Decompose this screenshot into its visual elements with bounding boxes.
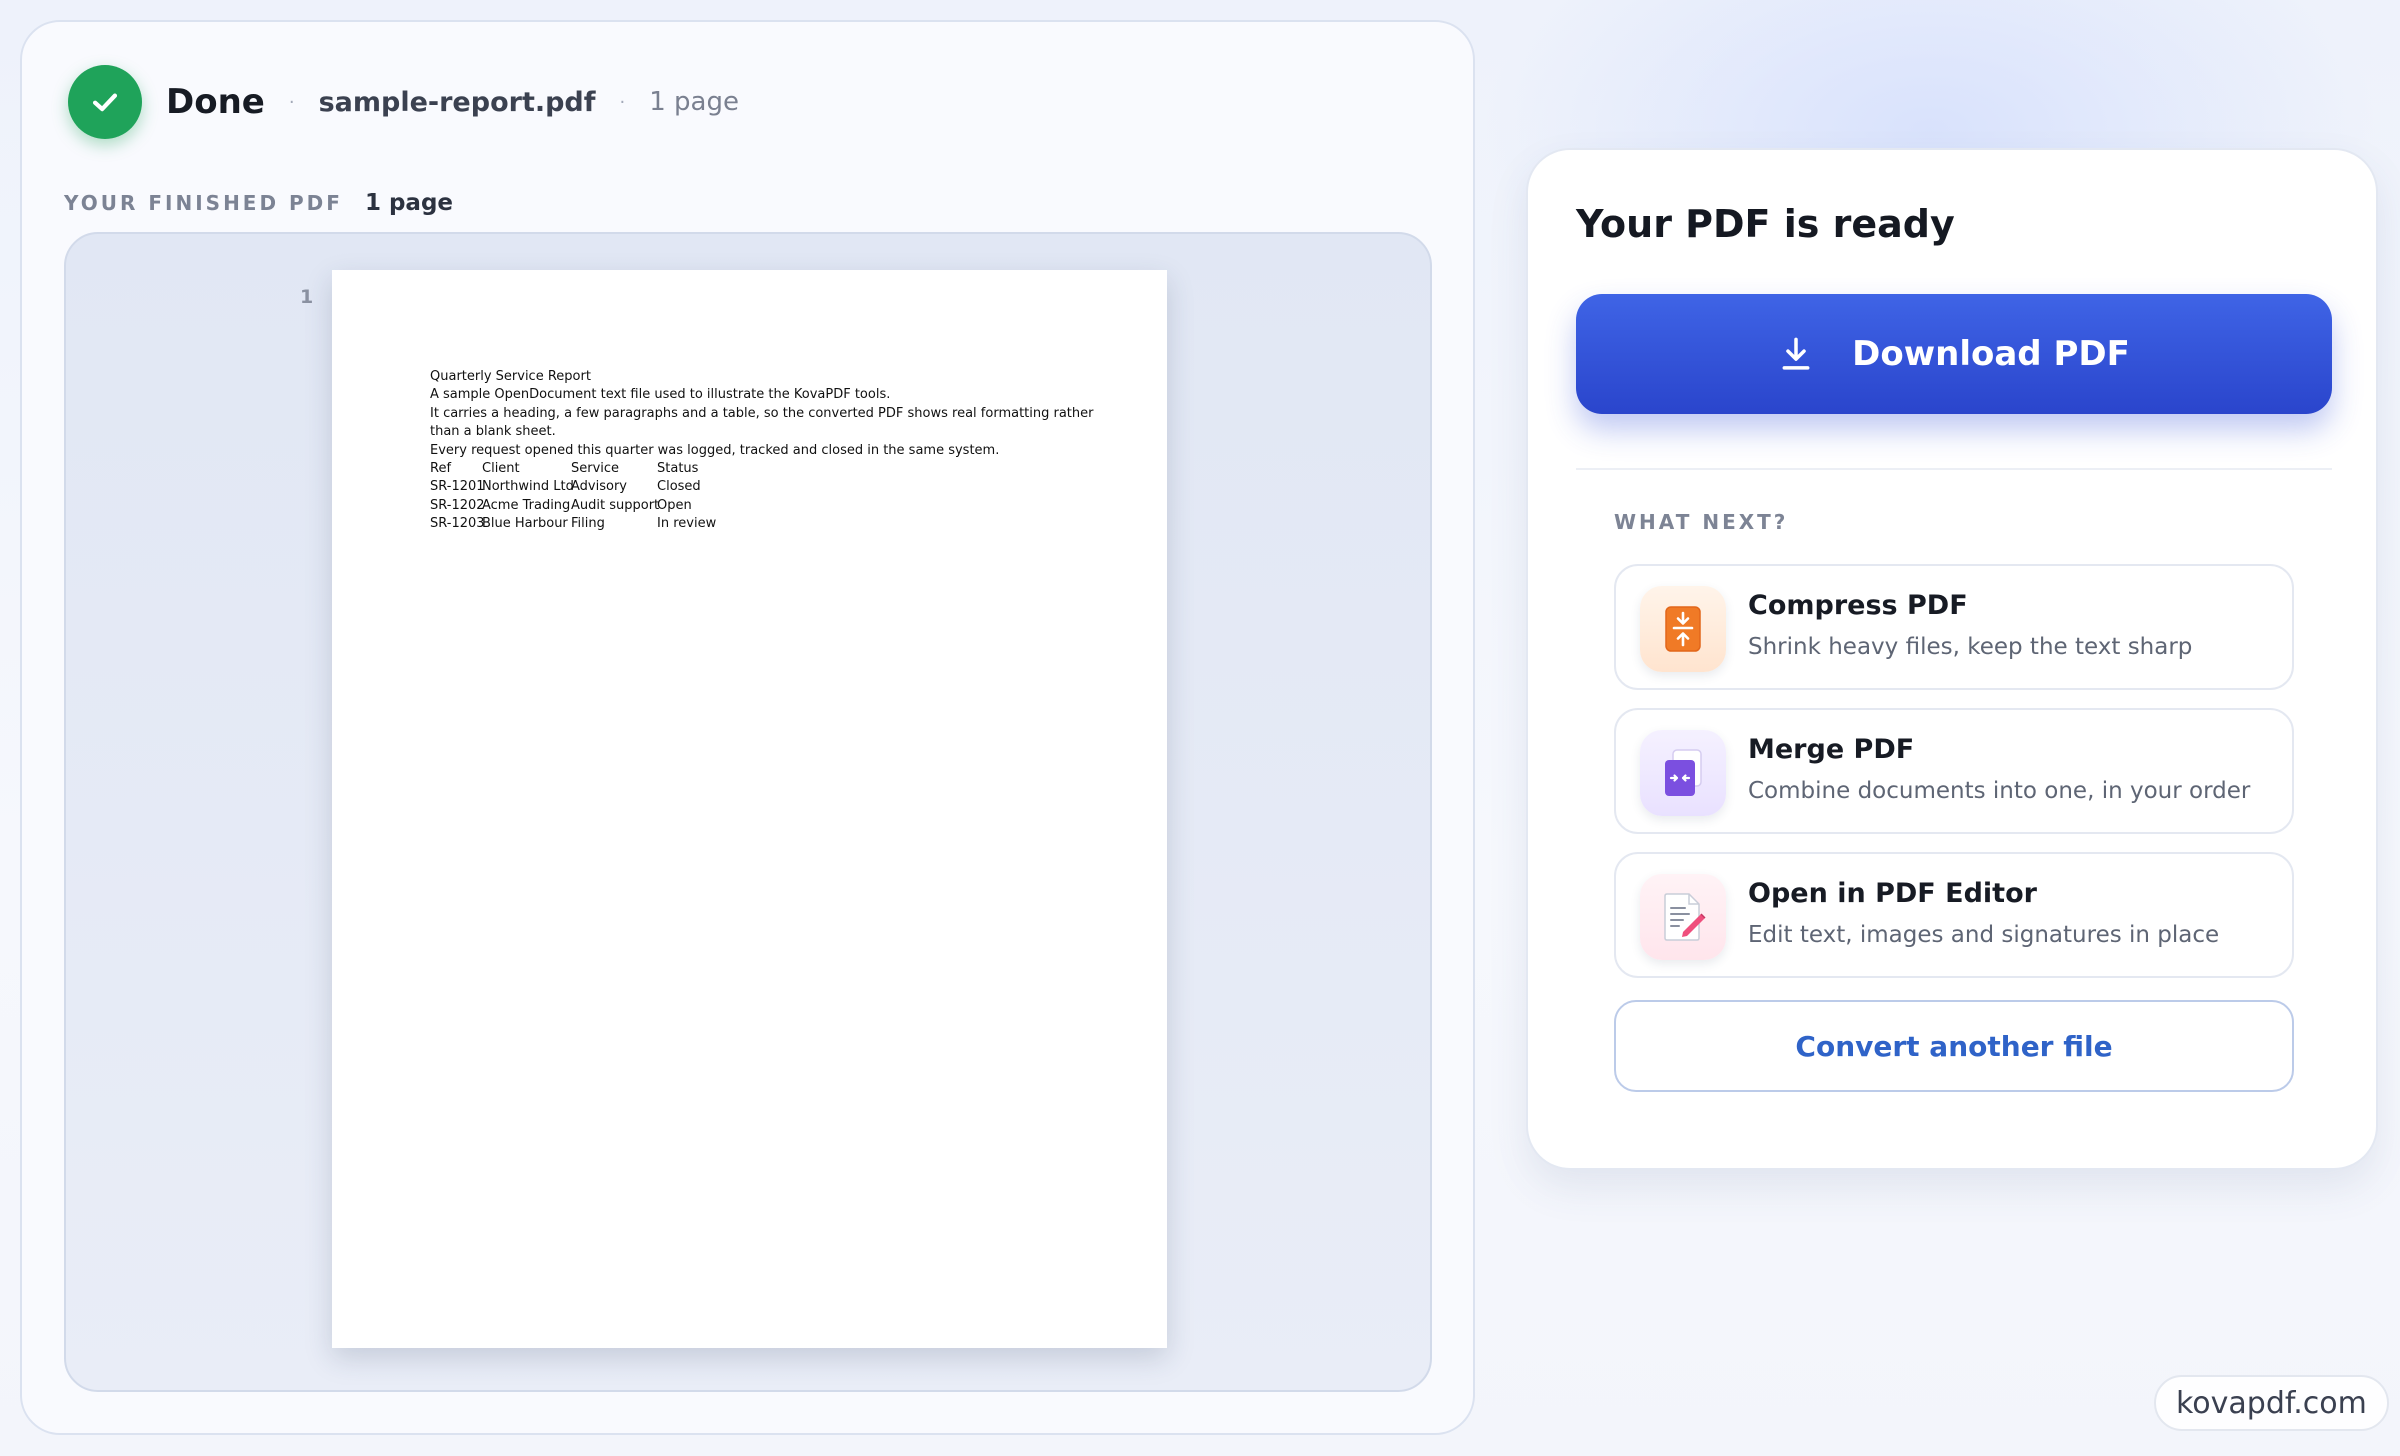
page-count: 1 page xyxy=(649,87,739,117)
compress-pdf-option[interactable]: Compress PDF Shrink heavy files, keep th… xyxy=(1614,564,2294,690)
file-name: sample-report.pdf xyxy=(318,86,596,118)
doc-line: Every request opened this quarter was lo… xyxy=(430,442,1000,458)
pdf-page-thumbnail[interactable]: Quarterly Service Report A sample OpenDo… xyxy=(332,270,1167,1348)
table-cell: Filing xyxy=(571,516,605,532)
table-cell: Audit support xyxy=(571,497,660,513)
table-cell: Blue Harbour xyxy=(482,516,568,532)
finished-page-count: 1 page xyxy=(364,190,454,216)
table-cell: SR-1203 xyxy=(430,516,485,532)
table-row: SR-1203 Blue Harbour Filing In review xyxy=(430,515,716,533)
table-header-cell: Ref xyxy=(430,461,452,476)
merge-pdf-option[interactable]: Merge PDF Combine documents into one, in… xyxy=(1614,708,2294,834)
table-header-cell: Client xyxy=(482,461,520,476)
page-number: 1 xyxy=(300,286,314,308)
done-label: Done xyxy=(166,82,265,122)
separator-dot: · xyxy=(619,91,626,113)
doc-line: than a blank sheet. xyxy=(430,424,556,440)
table-cell: SR-1202 xyxy=(430,497,485,513)
separator-dot: · xyxy=(288,91,295,113)
option-title: Merge PDF xyxy=(1748,734,1915,765)
table-header-row: Ref Client Service Status xyxy=(430,460,716,478)
download-label: Download PDF xyxy=(1852,334,2130,374)
table-cell: Open xyxy=(657,497,692,513)
option-description: Shrink heavy files, keep the text sharp xyxy=(1748,634,2193,660)
pdf-ready-card: Your PDF is ready Download PDF WHAT NEXT… xyxy=(1526,148,2378,1170)
edit-icon xyxy=(1640,874,1726,960)
doc-line: It carries a heading, a few paragraphs a… xyxy=(430,405,1094,421)
table-header-cell: Status xyxy=(657,461,699,476)
status-row: Done · sample-report.pdf · 1 page xyxy=(68,64,739,140)
option-title: Compress PDF xyxy=(1748,590,1968,621)
ready-title: Your PDF is ready xyxy=(1576,202,1955,246)
download-icon xyxy=(1782,337,1810,370)
table-cell: Advisory xyxy=(571,479,627,495)
convert-label: Convert another file xyxy=(1795,1029,2113,1063)
open-in-editor-option[interactable]: Open in PDF Editor Edit text, images and… xyxy=(1614,852,2294,978)
option-description: Combine documents into one, in your orde… xyxy=(1748,778,2251,804)
doc-line: A sample OpenDocument text file used to … xyxy=(430,387,891,403)
table-cell: Closed xyxy=(657,479,701,495)
table-row: SR-1201 Northwind Ltd Advisory Closed xyxy=(430,478,716,496)
option-title: Open in PDF Editor xyxy=(1748,878,2037,909)
doc-heading: Quarterly Service Report xyxy=(430,369,591,384)
table-cell: In review xyxy=(657,516,717,532)
document-text: Quarterly Service Report A sample OpenDo… xyxy=(430,368,1094,460)
what-next-label: WHAT NEXT? xyxy=(1614,510,1789,534)
success-check-icon xyxy=(68,65,142,139)
convert-another-file-button[interactable]: Convert another file xyxy=(1614,1000,2294,1092)
table-cell: Acme Trading xyxy=(482,497,571,513)
pdf-preview-area[interactable]: 1 Quarterly Service Report A sample Open… xyxy=(64,232,1432,1392)
finished-label: YOUR FINISHED PDF xyxy=(64,191,343,215)
finished-pdf-heading: YOUR FINISHED PDF 1 page xyxy=(64,190,453,216)
table-cell: SR-1201 xyxy=(430,479,485,495)
download-pdf-button[interactable]: Download PDF xyxy=(1576,294,2332,414)
table-row: SR-1202 Acme Trading Audit support Open xyxy=(430,497,716,515)
result-panel: Done · sample-report.pdf · 1 page YOUR F… xyxy=(20,20,1475,1435)
document-table: Ref Client Service Status SR-1201 Northw… xyxy=(430,460,716,534)
table-cell: Northwind Ltd xyxy=(482,479,574,495)
site-watermark: kovapdf.com xyxy=(2154,1375,2389,1431)
option-description: Edit text, images and signatures in plac… xyxy=(1748,922,2220,948)
merge-icon xyxy=(1640,730,1726,816)
compress-icon xyxy=(1640,586,1726,672)
table-header-cell: Service xyxy=(571,461,620,476)
divider xyxy=(1576,468,2332,470)
